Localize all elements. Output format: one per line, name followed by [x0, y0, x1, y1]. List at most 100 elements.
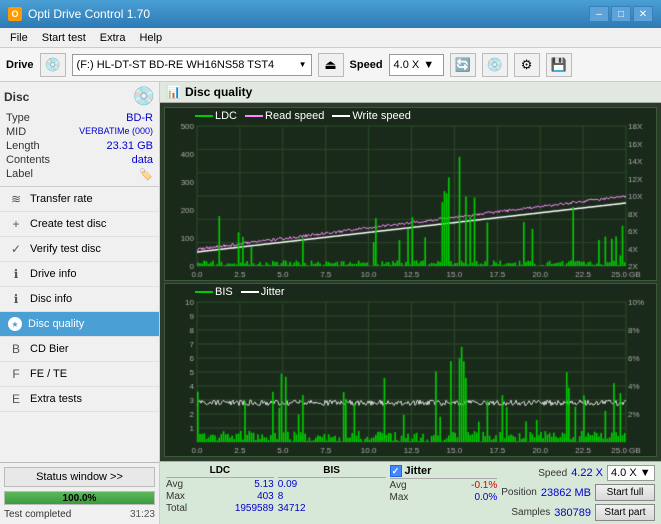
stats-jitter-col: ✓ Jitter Avg -0.1% Max 0.0% — [390, 465, 498, 503]
bottom-chart-legend: BIS Jitter — [195, 286, 285, 298]
refresh-button[interactable]: 🔄 — [450, 53, 476, 77]
drive-select-arrow: ▼ — [299, 60, 307, 69]
sidebar-item-disc-info[interactable]: ℹ Disc info — [0, 287, 159, 312]
legend-read-speed-label: Read speed — [265, 110, 324, 122]
stats-bis-total-value: 34712 — [278, 503, 306, 514]
maximize-button[interactable]: □ — [611, 6, 631, 22]
transfer-rate-icon: ≋ — [8, 192, 24, 206]
sidebar-item-verify-test-disc[interactable]: ✓ Verify test disc — [0, 237, 159, 262]
sidebar-item-disc-quality[interactable]: ★ Disc quality — [0, 312, 159, 337]
stats-ldc-header: LDC — [166, 465, 274, 478]
stats-ldc-max-label: Max — [166, 491, 185, 502]
sidebar-item-transfer-rate[interactable]: ≋ Transfer rate — [0, 187, 159, 212]
stats-bis-header: BIS — [278, 465, 386, 478]
stats-bis-total-row: 34712 — [278, 503, 386, 514]
speed-dropdown-value: 4.0 X — [611, 467, 637, 479]
disc-info-icon: ℹ — [8, 292, 24, 306]
eject-button[interactable]: ⏏ — [318, 53, 344, 77]
top-chart-canvas — [165, 108, 656, 280]
start-full-button[interactable]: Start full — [595, 484, 655, 501]
drive-icon-btn[interactable]: 💿 — [40, 53, 66, 77]
stats-ldc-avg-value: 5.13 — [254, 479, 273, 490]
sidebar-item-cd-bier[interactable]: B CD Bier — [0, 337, 159, 362]
save-button[interactable]: 💾 — [546, 53, 572, 77]
legend-write-speed: Write speed — [332, 110, 411, 122]
legend-bis: BIS — [195, 286, 233, 298]
stats-ldc-max-value: 403 — [257, 491, 274, 502]
legend-write-speed-color — [332, 115, 350, 117]
disc-length-row: Length 23.31 GB — [4, 139, 155, 153]
bottom-chart-canvas — [165, 284, 656, 456]
menu-bar: File Start test Extra Help — [0, 28, 661, 48]
sidebar-item-fe-te[interactable]: F FE / TE — [0, 362, 159, 387]
verify-test-disc-icon: ✓ — [8, 242, 24, 256]
sidebar-item-create-test-disc[interactable]: + Create test disc — [0, 212, 159, 237]
legend-ldc-label: LDC — [215, 110, 237, 122]
stats-jitter-avg-label: Avg — [390, 480, 407, 491]
menu-extra[interactable]: Extra — [94, 31, 132, 45]
stats-ldc-avg-row: Avg 5.13 — [166, 479, 274, 490]
minimize-button[interactable]: – — [589, 6, 609, 22]
menu-start-test[interactable]: Start test — [36, 31, 92, 45]
stats-position-row: Position 23862 MB Start full — [501, 484, 655, 501]
sidebar-item-label-cd-bier: CD Bier — [30, 343, 69, 355]
sidebar-item-label-drive-info: Drive info — [30, 268, 76, 280]
top-chart: LDC Read speed Write speed — [164, 107, 657, 281]
bottom-chart: BIS Jitter — [164, 283, 657, 457]
disc-button[interactable]: 💿 — [482, 53, 508, 77]
legend-write-speed-label: Write speed — [352, 110, 411, 122]
stats-ldc-col: LDC Avg 5.13 Max 403 Total 1959589 — [166, 465, 274, 514]
stats-jitter-max-row: Max 0.0% — [390, 492, 498, 503]
jitter-label: Jitter — [405, 465, 432, 477]
content-area: 📊 Disc quality LDC Read speed — [160, 82, 661, 524]
jitter-checkbox[interactable]: ✓ — [390, 465, 402, 477]
sidebar-item-extra-tests[interactable]: E Extra tests — [0, 387, 159, 412]
stats-jitter-max-value: 0.0% — [474, 492, 497, 503]
content-header-title: Disc quality — [185, 85, 252, 99]
close-button[interactable]: ✕ — [633, 6, 653, 22]
title-bar: O Opti Drive Control 1.70 – □ ✕ — [0, 0, 661, 28]
speed-select[interactable]: 4.0 X ▼ — [389, 54, 444, 76]
stats-ldc-max-row: Max 403 — [166, 491, 274, 502]
disc-section-icon: 💿 — [133, 86, 155, 107]
disc-type-label: Type — [6, 112, 30, 124]
sidebar-item-label-disc-quality: Disc quality — [28, 318, 84, 330]
stats-bis-avg-value: 0.09 — [278, 479, 297, 490]
menu-help[interactable]: Help — [133, 31, 168, 45]
position-value: 23862 MB — [541, 487, 591, 499]
disc-contents-value: data — [132, 154, 153, 166]
settings-button[interactable]: ⚙ — [514, 53, 540, 77]
disc-label-row: Label 🏷️ — [4, 167, 155, 182]
progress-bar-container: 100.0% — [4, 491, 155, 505]
drive-select[interactable]: (F:) HL-DT-ST BD-RE WH16NS58 TST4 ▼ — [72, 54, 312, 76]
start-part-button[interactable]: Start part — [595, 504, 655, 521]
checkmark-icon: ✓ — [392, 467, 400, 476]
stats-bis-max-value: 8 — [278, 491, 284, 502]
toolbar: Drive 💿 (F:) HL-DT-ST BD-RE WH16NS58 TST… — [0, 48, 661, 82]
disc-title: Disc — [4, 90, 29, 104]
sidebar-item-label-extra-tests: Extra tests — [30, 393, 82, 405]
sidebar-item-label-fe-te: FE / TE — [30, 368, 67, 380]
legend-jitter: Jitter — [241, 286, 285, 298]
app-title: Opti Drive Control 1.70 — [28, 7, 150, 21]
speed-dropdown[interactable]: 4.0 X ▼ — [607, 465, 655, 481]
drive-label: Drive — [6, 59, 34, 71]
status-window-button[interactable]: Status window >> — [4, 467, 155, 487]
stats-bis-avg-row: 0.09 — [278, 479, 386, 490]
top-chart-legend: LDC Read speed Write speed — [195, 110, 411, 122]
sidebar-item-drive-info[interactable]: ℹ Drive info — [0, 262, 159, 287]
drive-select-value: (F:) HL-DT-ST BD-RE WH16NS58 TST4 — [77, 59, 275, 71]
speed-dropdown-arrow: ▼ — [640, 467, 651, 479]
speed-info-label: Speed — [538, 468, 567, 479]
legend-ldc: LDC — [195, 110, 237, 122]
legend-ldc-color — [195, 115, 213, 117]
sidebar-item-label-create-test-disc: Create test disc — [30, 218, 106, 230]
sidebar-item-label-verify-test-disc: Verify test disc — [30, 243, 101, 255]
disc-mid-value: VERBATIMe (000) — [79, 126, 153, 138]
legend-bis-color — [195, 291, 213, 293]
disc-section: Disc 💿 Type BD-R MID VERBATIMe (000) Len… — [0, 82, 159, 187]
menu-file[interactable]: File — [4, 31, 34, 45]
stats-samples-row: Samples 380789 Start part — [511, 504, 655, 521]
extra-tests-icon: E — [8, 392, 24, 406]
stats-speed-col: Speed 4.22 X 4.0 X ▼ Position 23862 MB S… — [501, 465, 655, 521]
